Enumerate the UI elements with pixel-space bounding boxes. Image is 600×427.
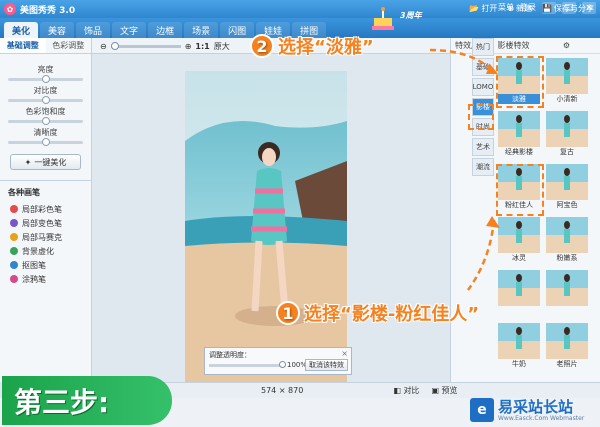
folder-icon: 📂 [469,4,480,13]
brush-icon [10,247,18,255]
effect-thumbnail-image [546,323,588,359]
brush-label: 局部彩色笔 [22,204,62,214]
divider [0,180,91,181]
new-button[interactable]: ⊕ 新建 [507,3,532,14]
opacity-title: 调整透明度： [209,351,251,359]
arrow-annotation [429,48,500,291]
tab-basic-adjust[interactable]: 基础调整 [0,38,46,53]
image-dimensions: 574 × 870 [261,386,304,395]
zoom-knob[interactable] [110,41,119,50]
watermark-logo-icon: e [470,398,494,422]
callout-1-text: 选择“影楼-粉红佳人” [304,304,480,325]
effect-thumbnail[interactable]: 牛奶 [498,323,540,369]
nav-tab[interactable]: 场景 [184,22,219,38]
save-icon: 💾 [542,4,552,13]
slider-label: 色彩饱和度 [25,107,66,116]
callout-2-number: 2 [250,34,274,58]
cake-icon [372,7,394,30]
cancel-effect-button[interactable]: 取消该特效 [305,359,348,371]
adjust-slider[interactable] [8,138,83,146]
opacity-percent: 100% [287,361,308,369]
adjust-slider[interactable] [8,96,83,104]
brush-label: 局部变色笔 [22,218,62,228]
brush-item[interactable]: 局部变色笔 [0,216,91,230]
compare-button[interactable]: ◧ 对比 [393,385,419,396]
slider-knob[interactable] [41,117,50,125]
left-panel: 基础调整 色彩调整 亮度对比度色彩饱和度清晰度 ✦ 一键美化 各种画笔 局部彩色… [0,38,92,382]
nav-tab[interactable]: 文字 [112,22,147,38]
original-size-button[interactable]: 原大 [214,41,230,52]
effect-thumbnail[interactable]: 老照片 [546,323,588,369]
nav-tab[interactable]: 饰品 [76,22,111,38]
step-banner: 第三步: [2,376,172,425]
callout-select-danya: 2 选择“淡雅” [250,33,374,59]
close-icon[interactable]: × [341,349,348,358]
brush-icon [10,261,18,269]
nav-tab[interactable]: 美容 [40,22,75,38]
nav-actions: 📂 打开 ⊕ 新建 💾 保存与分享 [469,3,594,14]
nav-tab[interactable]: 闪图 [220,22,255,38]
brush-icon [10,233,18,241]
slider-label: 清晰度 [33,128,58,137]
preview-icon: ▣ [431,386,439,395]
adjust-sliders: 亮度对比度色彩饱和度清晰度 [0,54,91,146]
photo-preview[interactable] [185,71,347,391]
zoom-in-icon[interactable]: ⊕ [185,42,192,51]
zoom-slider[interactable] [110,41,181,50]
app-logo-icon: ✿ [4,3,16,15]
effect-thumbnail-image [498,323,540,359]
left-panel-tabs: 基础调整 色彩调整 [0,38,91,54]
brush-item[interactable]: 局部马赛克 [0,230,91,244]
one-click-beautify-button[interactable]: ✦ 一键美化 [10,154,81,170]
adjust-slider[interactable] [8,75,83,83]
save-share-button[interactable]: 💾 保存与分享 [542,3,594,14]
callout-1-number: 1 [276,301,300,325]
opacity-slider[interactable] [209,361,286,368]
brush-label: 抠图笔 [22,260,46,270]
brush-list: 局部彩色笔局部变色笔局部马赛克背景虚化抠图笔涂鸦笔 [0,202,91,286]
watermark: e 易采站长站 Www.Easck.Com Webmaster [470,396,600,427]
watermark-main: 易采站长站 [498,398,574,416]
slider-knob[interactable] [41,138,50,146]
opacity-dialog: 调整透明度： × 100% 取消该特效 [204,347,352,375]
brush-icon [10,275,18,283]
nav-tab[interactable]: 边框 [148,22,183,38]
nav-tab[interactable]: 美化 [4,22,39,38]
brush-item[interactable]: 局部彩色笔 [0,202,91,216]
preview-button[interactable]: ▣ 预览 [431,385,457,396]
compare-icon: ◧ [393,386,401,395]
brush-label: 局部马赛克 [22,232,62,242]
plus-icon: ⊕ [507,4,515,13]
zoom-out-icon[interactable]: ⊖ [100,42,107,51]
adjust-slider[interactable] [8,117,83,125]
slider-knob[interactable] [41,75,50,83]
effect-thumbnail-label: 牛奶 [512,360,526,368]
tab-color-adjust[interactable]: 色彩调整 [46,38,92,53]
magic-wand-icon: ✦ [24,157,32,167]
effect-thumbnail-label [546,306,588,316]
brush-item[interactable]: 背景虚化 [0,244,91,258]
effect-thumbnail-label [498,306,540,316]
brush-label: 涂鸦笔 [22,274,46,284]
zoom-ratio[interactable]: 1:1 [195,42,209,51]
opacity-knob[interactable] [279,361,286,368]
callout-2-text: 选择“淡雅” [278,37,374,58]
brush-section-title: 各种画笔 [8,188,40,197]
callout-select-yinglou: 1 选择“影楼-粉红佳人” [276,300,479,326]
anniversary-badge: 3周年 [400,11,422,20]
slider-knob[interactable] [41,96,50,104]
app-title: 美图秀秀 3.0 [20,5,76,16]
brush-label: 背景虚化 [22,246,54,256]
effect-thumbnail-label: 老照片 [556,360,578,368]
open-button[interactable]: 📂 打开 [469,3,497,14]
settings-icon[interactable]: ⚙ [563,41,570,50]
brush-icon [10,219,18,227]
watermark-sub: Www.Easck.Com Webmaster [498,415,585,422]
brush-item[interactable]: 抠图笔 [0,258,91,272]
slider-label: 亮度 [37,65,54,74]
brush-item[interactable]: 涂鸦笔 [0,272,91,286]
slider-label: 对比度 [33,86,58,95]
brush-icon [10,205,18,213]
